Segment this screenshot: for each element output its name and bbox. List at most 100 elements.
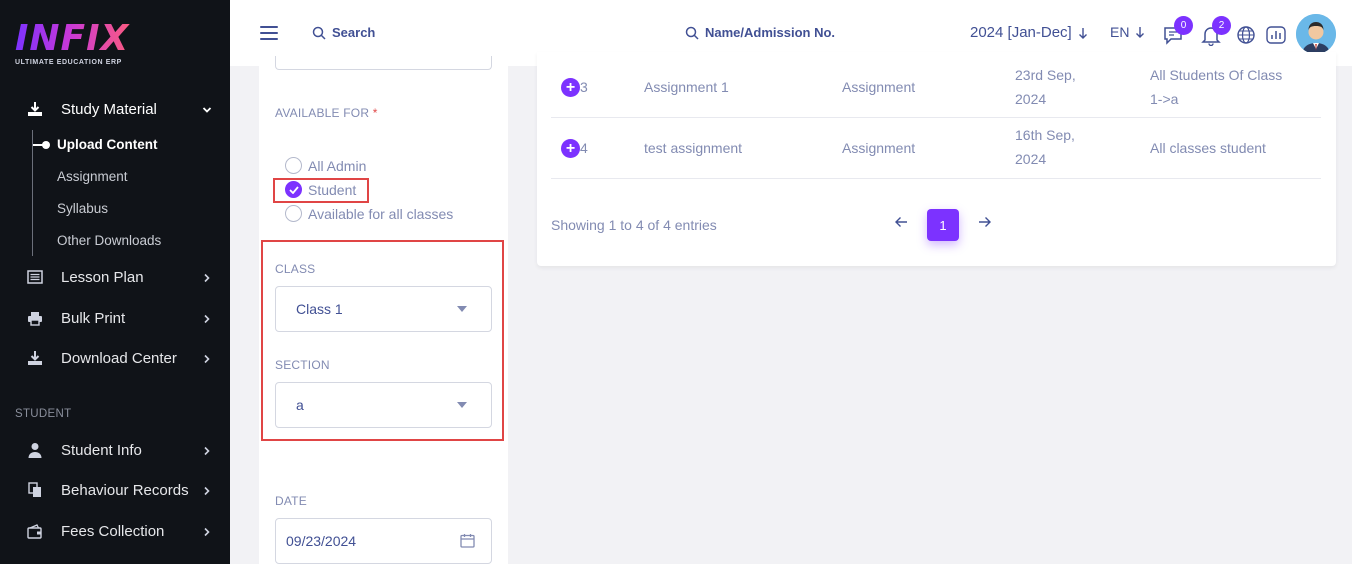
sidebar-subitem-syllabus[interactable]: Syllabus (57, 201, 108, 216)
arrow-down-icon (1136, 27, 1145, 38)
menu-search[interactable]: Search (312, 25, 375, 40)
sidebar-item-label: Lesson Plan (61, 268, 144, 286)
pagination-info: Showing 1 to 4 of 4 entries (551, 217, 717, 233)
chevron-right-icon (202, 313, 212, 324)
prev-page-icon[interactable] (894, 215, 908, 233)
sidebar-item-download-center[interactable]: Download Center (0, 343, 230, 373)
section-select-value: a (296, 397, 304, 413)
sidebar-item-student-info[interactable]: Student Info (0, 435, 230, 465)
sidebar: INFIX ULTIMATE EDUCATION ERP Study Mater… (0, 0, 230, 564)
row-date: 23rd Sep, 2024 (1015, 67, 1076, 107)
sidebar-item-label: Student Info (61, 441, 142, 459)
row-title: Assignment 1 (644, 79, 729, 95)
download-icon (27, 101, 43, 117)
sidebar-item-label: Download Center (61, 349, 177, 367)
date-value: 09/23/2024 (286, 533, 357, 549)
section-select[interactable]: a (275, 382, 492, 428)
content-list-card: + 3 Assignment 1 Assignment 23rd Sep, 202… (537, 52, 1336, 266)
page-button-current[interactable]: 1 (927, 209, 959, 241)
dashboard-button[interactable] (1265, 24, 1287, 46)
expand-row-icon[interactable]: + (561, 139, 580, 158)
student-search-label: Name/Admission No. (705, 25, 836, 40)
table-row: + 3 Assignment 1 Assignment 23rd Sep, 202… (551, 57, 1321, 118)
download-icon (27, 350, 43, 366)
upload-content-form: AVAILABLE FOR * All Admin Student Availa… (259, 56, 508, 564)
chevron-right-icon (202, 445, 212, 456)
class-select[interactable]: Class 1 (275, 286, 492, 332)
sidebar-item-lesson-plan[interactable]: Lesson Plan (0, 262, 230, 292)
sidebar-subitem-upload-content[interactable]: Upload Content (57, 137, 158, 152)
menu-toggle-icon[interactable] (260, 26, 278, 40)
globe-icon (1237, 26, 1255, 44)
radio-label: All Admin (308, 157, 367, 174)
chevron-right-icon (202, 353, 212, 364)
row-title: test assignment (644, 140, 743, 156)
table-row: + 4 test assignment Assignment 16th Sep,… (551, 118, 1321, 179)
arrow-down-icon (1078, 27, 1087, 39)
language-value: EN (1110, 24, 1130, 40)
user-avatar[interactable] (1296, 14, 1336, 54)
sidebar-item-bulk-print[interactable]: Bulk Print (0, 303, 230, 333)
list-icon (27, 269, 43, 285)
row-type: Assignment (842, 140, 916, 156)
row-date: 16th Sep, 2024 (1015, 127, 1075, 167)
next-page-icon[interactable] (978, 215, 992, 233)
radio-button[interactable] (285, 157, 302, 174)
row-number: 4 (580, 140, 588, 156)
calendar-icon[interactable] (460, 533, 475, 548)
active-dot (42, 141, 50, 149)
sidebar-item-fees-collection[interactable]: Fees Collection (0, 516, 230, 546)
logo-text: INFIX (15, 20, 135, 58)
logo-tagline: ULTIMATE EDUCATION ERP (15, 59, 122, 66)
chart-icon (1266, 26, 1286, 44)
language-select[interactable]: EN (1110, 24, 1145, 40)
sidebar-item-label: Study Material (61, 100, 157, 118)
academic-year-value: 2024 [Jan-Dec] (970, 24, 1072, 41)
search-icon (312, 26, 326, 40)
search-label: Search (332, 25, 376, 40)
caret-down-icon (457, 306, 467, 312)
class-select-value: Class 1 (296, 301, 343, 317)
row-available-for: All classes student (1150, 140, 1266, 156)
sidebar-item-label: Bulk Print (61, 309, 126, 327)
user-icon (27, 442, 43, 458)
printer-icon (27, 310, 43, 326)
notifications-button[interactable]: 2 (1200, 16, 1231, 47)
sidebar-item-label: Behaviour Records (61, 481, 189, 499)
academic-year-select[interactable]: 2024 [Jan-Dec] (970, 24, 1088, 41)
section-label: SECTION (275, 358, 330, 372)
row-number: 3 (580, 79, 588, 95)
student-search[interactable]: Name/Admission No. (685, 25, 835, 40)
radio-available-all-classes[interactable]: Available for all classes (285, 205, 453, 222)
chevron-down-icon (202, 104, 212, 114)
chevron-right-icon (202, 272, 212, 283)
notifications-badge: 2 (1212, 16, 1231, 35)
chevron-right-icon (202, 485, 212, 496)
website-button[interactable] (1235, 24, 1257, 46)
sidebar-item-study-material[interactable]: Study Material (0, 94, 230, 124)
caret-down-icon (457, 402, 467, 408)
expand-row-icon[interactable]: + (561, 78, 580, 97)
radio-label: Available for all classes (308, 205, 454, 222)
messages-button[interactable]: 0 (1162, 16, 1193, 46)
date-label: DATE (275, 494, 307, 508)
date-input[interactable]: 09/23/2024 (275, 518, 492, 564)
sidebar-subitem-other-downloads[interactable]: Other Downloads (57, 233, 161, 248)
previous-input-field[interactable] (275, 56, 492, 70)
radio-button[interactable] (285, 205, 302, 222)
radio-all-admin[interactable]: All Admin (285, 157, 366, 174)
brand-logo[interactable]: INFIX ULTIMATE EDUCATION ERP (15, 20, 135, 70)
class-label: CLASS (275, 262, 316, 276)
row-type: Assignment (842, 79, 916, 95)
submenu-line (32, 130, 33, 256)
sidebar-item-behaviour-records[interactable]: Behaviour Records (0, 475, 230, 505)
chevron-right-icon (202, 526, 212, 537)
highlight-student-option (273, 178, 369, 203)
search-icon (685, 26, 699, 40)
sidebar-subitem-assignment[interactable]: Assignment (57, 169, 128, 184)
documents-icon (27, 482, 43, 498)
sidebar-item-label: Fees Collection (61, 522, 165, 540)
available-for-label: AVAILABLE FOR * (275, 106, 378, 120)
wallet-icon (27, 523, 43, 539)
messages-badge: 0 (1174, 16, 1193, 35)
